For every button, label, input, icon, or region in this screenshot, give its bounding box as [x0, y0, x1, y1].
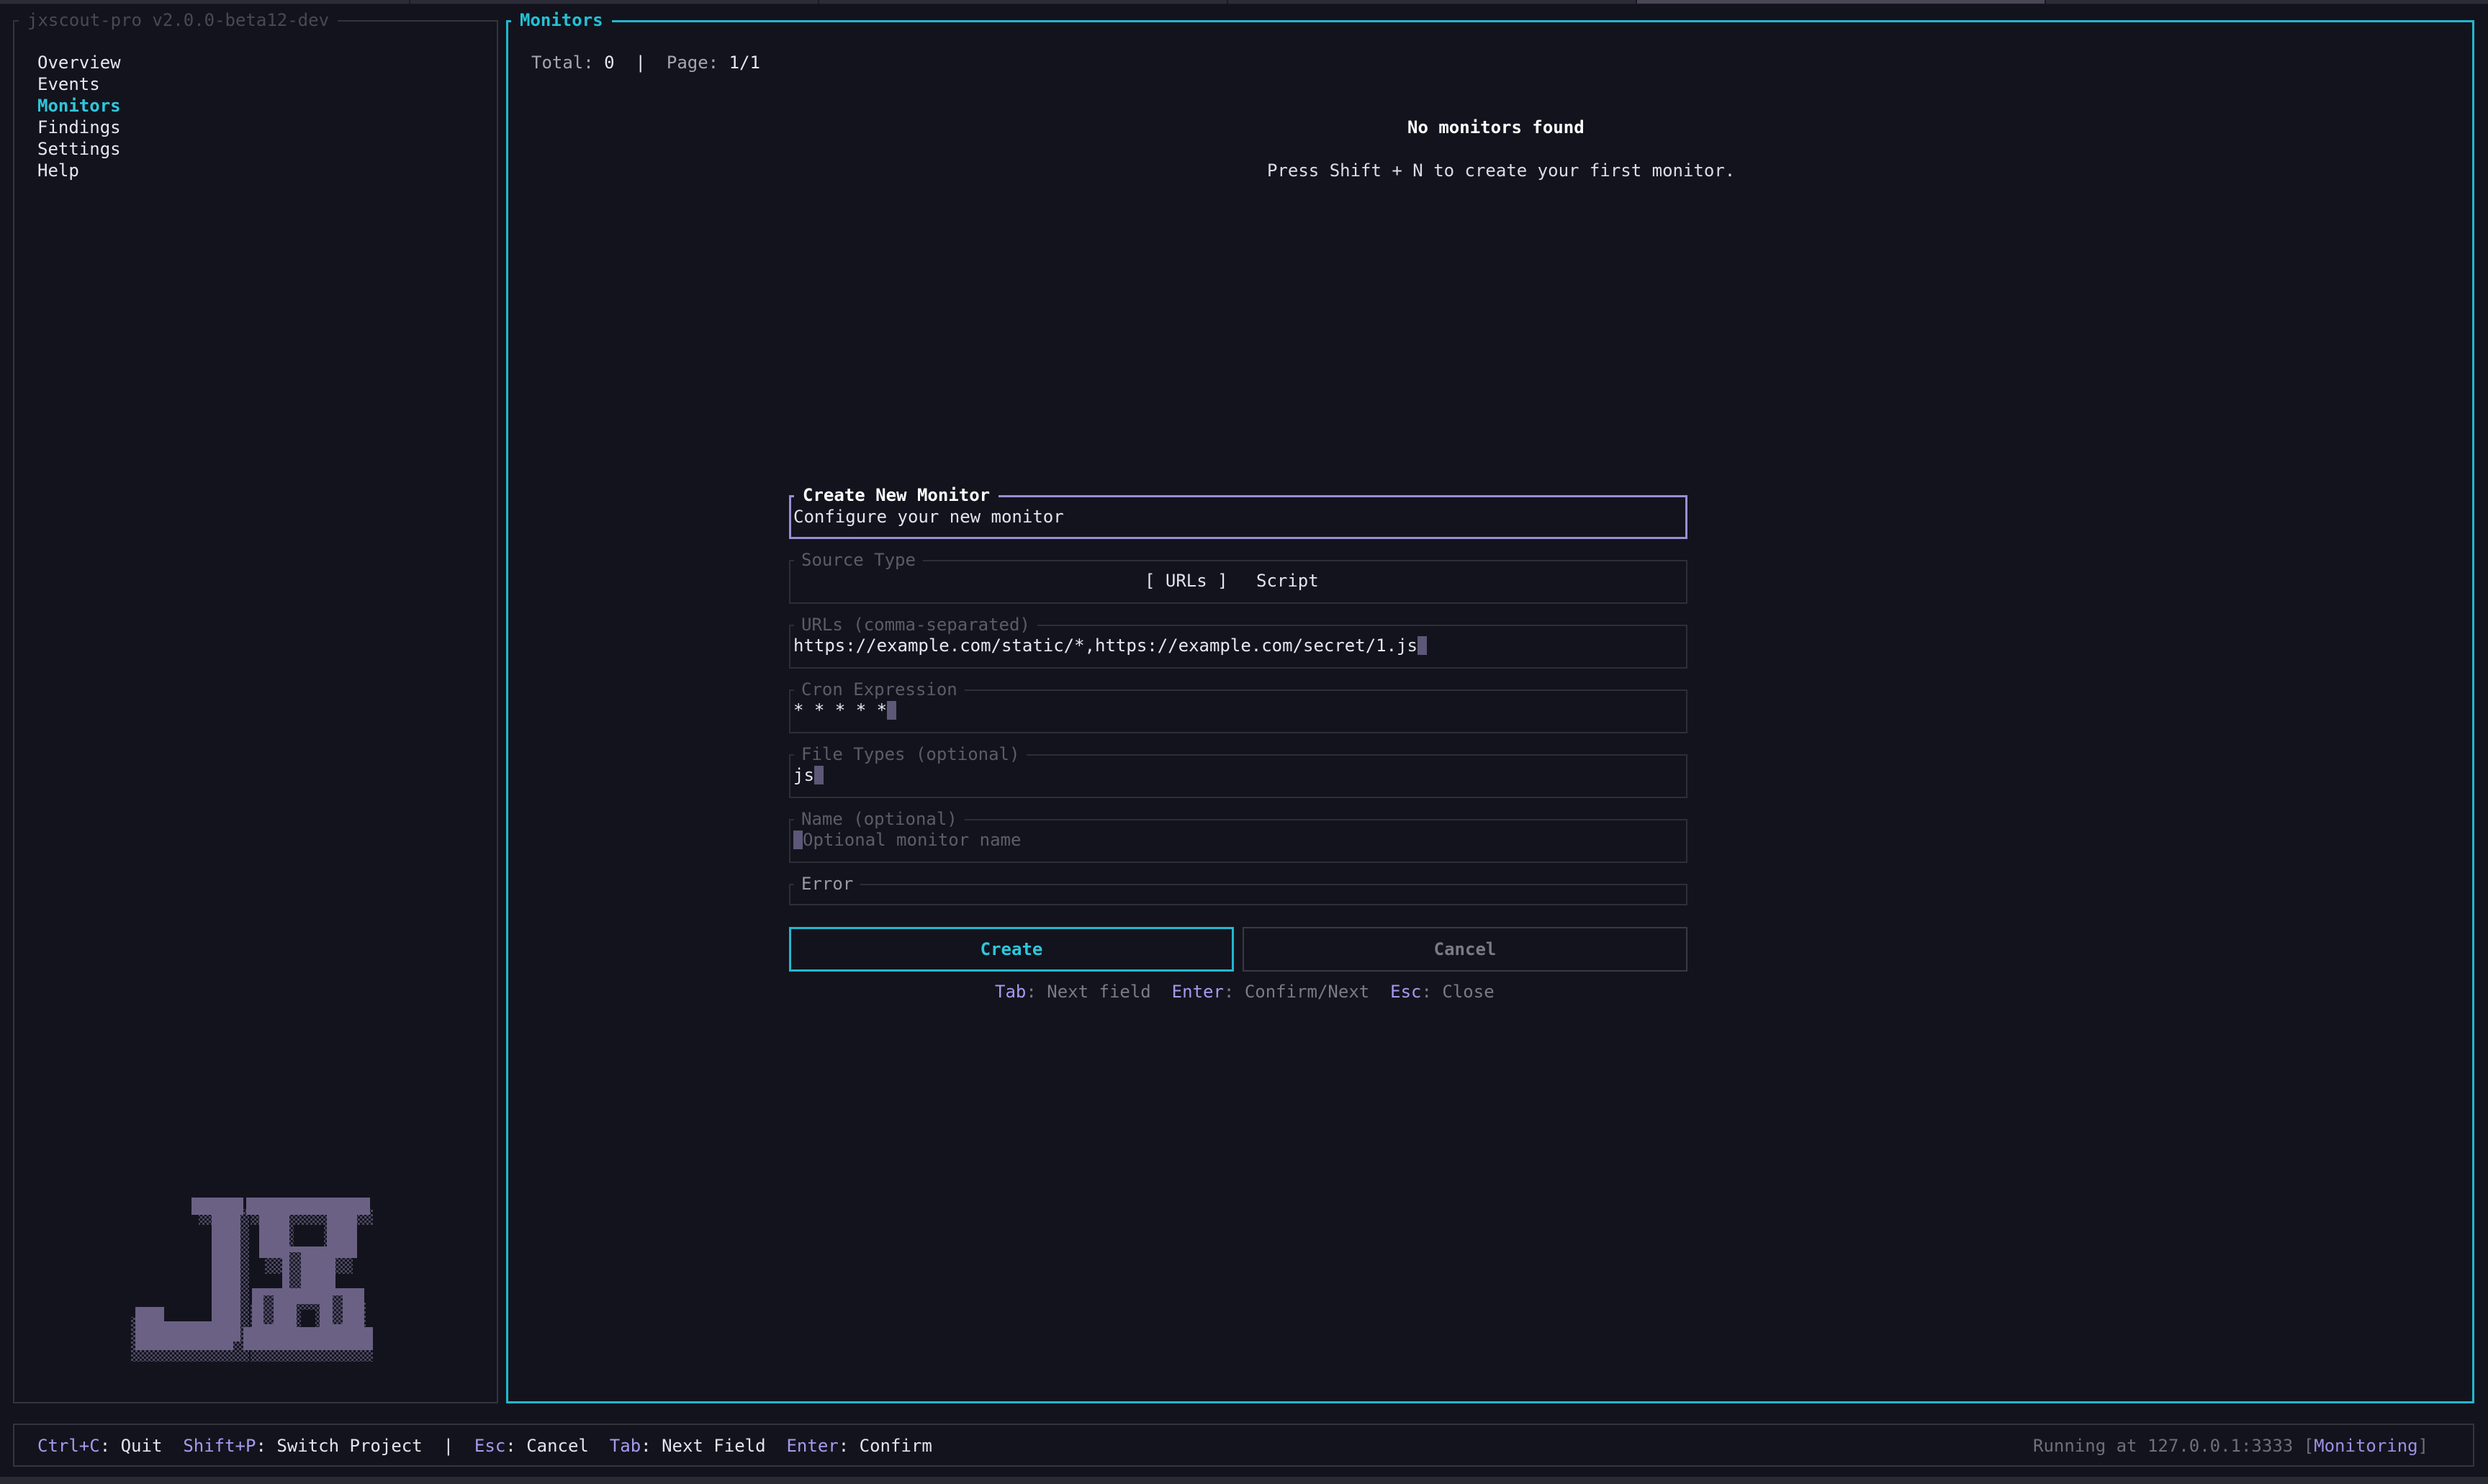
- app-title: jxscout-pro v2.0.0-beta12-dev: [19, 9, 338, 31]
- create-button[interactable]: Create: [789, 927, 1234, 972]
- text-cursor: [813, 766, 824, 784]
- hint-desc: Close: [1442, 982, 1495, 1002]
- sidebar-item-help[interactable]: Help: [37, 160, 79, 181]
- mode-badge: Monitoring: [2314, 1436, 2418, 1456]
- total-label: Total:: [531, 53, 594, 73]
- empty-state-hint: Press Shift + N to create your first mon…: [1267, 160, 1736, 181]
- shortcut-key: Esc: [474, 1436, 506, 1456]
- window-bottom-edge: [0, 1477, 2488, 1484]
- hint-desc: Next field: [1047, 982, 1151, 1002]
- hint-key: Tab: [995, 982, 1027, 1002]
- shortcut-hints: Ctrl+C: Quit Shift+P: Switch Project | E…: [37, 1436, 932, 1456]
- error-label: Error: [794, 873, 861, 895]
- window-tab[interactable]: [819, 0, 1228, 4]
- jx-logo: [122, 1195, 382, 1386]
- modal-subtitle: Configure your new monitor: [793, 507, 1064, 527]
- urls-input[interactable]: https://example.com/static/*,https://exa…: [793, 635, 1427, 656]
- window-tab[interactable]: [0, 0, 410, 4]
- window-tab-strip: [0, 0, 2488, 4]
- sidebar-item-settings[interactable]: Settings: [37, 138, 121, 160]
- file-types-label: File Types (optional): [794, 743, 1027, 765]
- shortcut-desc: Next Field: [662, 1436, 766, 1456]
- modal-title: Create New Monitor: [794, 484, 999, 506]
- cron-label: Cron Expression: [794, 679, 965, 700]
- cancel-button[interactable]: Cancel: [1243, 927, 1687, 972]
- file-types-value: js: [793, 765, 814, 785]
- urls-value: https://example.com/static/*,https://exa…: [793, 635, 1417, 656]
- page-value: 1/1: [729, 53, 760, 73]
- empty-state-title: No monitors found: [1407, 117, 1585, 137]
- server-status: Running at 127.0.0.1:3333 [Monitoring]: [2033, 1436, 2429, 1456]
- urls-label: URLs (comma-separated): [794, 614, 1037, 635]
- shortcut-desc: Switch Project: [276, 1436, 423, 1456]
- shortcut-key: Tab: [609, 1436, 641, 1456]
- sidebar-item-events[interactable]: Events: [37, 73, 100, 95]
- text-cursor: [1417, 636, 1427, 655]
- source-type-option-urls[interactable]: [ URLs ]: [1145, 570, 1228, 592]
- sidebar-item-overview[interactable]: Overview: [37, 52, 121, 73]
- text-cursor: [793, 831, 803, 849]
- shortcut-key: Shift+P: [183, 1436, 256, 1456]
- name-input[interactable]: Optional monitor name: [793, 829, 1021, 851]
- error-field: [789, 884, 1687, 905]
- window-tab[interactable]: [1228, 0, 1637, 4]
- hint-key: Esc: [1390, 982, 1422, 1002]
- total-value: 0: [604, 53, 615, 73]
- name-placeholder: Optional monitor name: [803, 830, 1022, 850]
- text-cursor: [887, 701, 897, 720]
- hint-desc: Confirm/Next: [1244, 982, 1370, 1002]
- window-tab[interactable]: [2046, 0, 2488, 4]
- page-label: Page:: [666, 53, 719, 73]
- source-type-field: [789, 560, 1687, 604]
- source-type-label: Source Type: [794, 549, 923, 571]
- shortcut-desc: Confirm: [859, 1436, 932, 1456]
- shortcut-desc: Cancel: [526, 1436, 589, 1456]
- window-tab[interactable]: [410, 0, 819, 4]
- sidebar-item-monitors[interactable]: Monitors: [37, 95, 121, 117]
- page-title: Monitors: [511, 9, 612, 31]
- name-label: Name (optional): [794, 808, 965, 830]
- modal-key-hints: Tab: Next field Enter: Confirm/Next Esc:…: [995, 982, 1495, 1002]
- sidebar-item-findings[interactable]: Findings: [37, 117, 121, 138]
- cron-value: * * * * *: [793, 700, 888, 720]
- file-types-input[interactable]: js: [793, 764, 824, 786]
- separator: |: [635, 53, 646, 73]
- running-text: Running at 127.0.0.1:3333: [2033, 1436, 2294, 1456]
- window-tab-active[interactable]: [1637, 0, 2046, 4]
- shortcut-desc: Quit: [120, 1436, 163, 1456]
- cron-input[interactable]: * * * * *: [793, 700, 897, 721]
- source-type-option-script[interactable]: Script: [1256, 570, 1319, 592]
- shortcut-key: Ctrl+C: [37, 1436, 100, 1456]
- shortcut-key: Enter: [786, 1436, 839, 1456]
- pagination-info: Total: 0 | Page: 1/1: [531, 52, 760, 73]
- hint-key: Enter: [1171, 982, 1224, 1002]
